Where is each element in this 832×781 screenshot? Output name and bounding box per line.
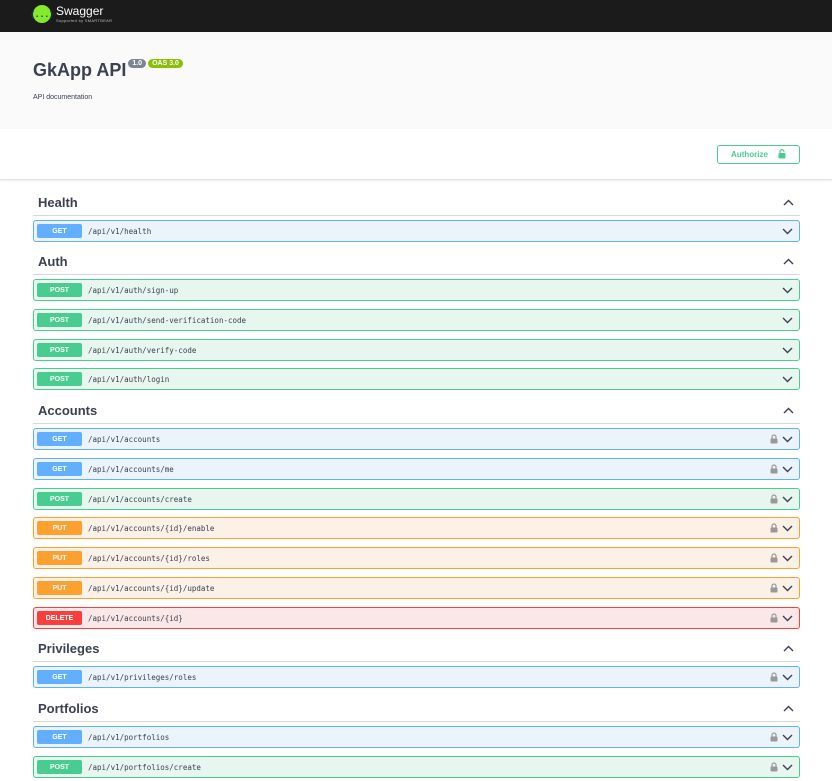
chevron-down-icon[interactable]	[782, 585, 793, 592]
lock-icon[interactable]	[770, 464, 778, 474]
operation-post[interactable]: POST/api/v1/accounts/create	[33, 488, 800, 510]
lock-icon[interactable]	[770, 434, 778, 444]
operation-get[interactable]: GET/api/v1/accounts	[33, 428, 800, 450]
operation-path: /api/v1/privileges/roles	[88, 672, 197, 682]
chevron-down-icon[interactable]	[782, 615, 793, 622]
chevron-up-icon[interactable]	[776, 199, 800, 206]
operation-path: /api/v1/portfolios	[88, 732, 170, 742]
operation-get[interactable]: GET/api/v1/health	[33, 220, 800, 242]
operation-put[interactable]: PUT/api/v1/accounts/{id}/enable	[33, 517, 800, 539]
method-badge: POST	[37, 492, 82, 506]
operation-post[interactable]: POST/api/v1/auth/send-verification-code	[33, 309, 800, 331]
logo-subtitle: Supported by SMARTBEAR	[56, 18, 113, 23]
operation-put[interactable]: PUT/api/v1/accounts/{id}/roles	[33, 547, 800, 569]
lock-icon[interactable]	[770, 762, 778, 772]
tag-section-portfolios[interactable]: Portfolios	[33, 696, 800, 722]
tag-section-accounts[interactable]: Accounts	[33, 398, 800, 424]
chevron-down-icon[interactable]	[782, 466, 793, 473]
chevron-down-icon[interactable]	[782, 347, 793, 354]
chevron-down-icon[interactable]	[782, 287, 793, 294]
method-badge: PUT	[37, 551, 82, 565]
chevron-down-icon[interactable]	[782, 496, 793, 503]
method-badge: POST	[37, 283, 82, 297]
lock-icon[interactable]	[770, 583, 778, 593]
lock-icon[interactable]	[770, 553, 778, 563]
method-badge: POST	[37, 372, 82, 386]
lock-icon[interactable]	[770, 523, 778, 533]
method-badge: PUT	[37, 521, 82, 535]
method-badge: GET	[37, 462, 82, 476]
chevron-down-icon[interactable]	[782, 555, 793, 562]
operation-get[interactable]: GET/api/v1/privileges/roles	[33, 666, 800, 688]
version-badge: 1.0	[128, 59, 147, 68]
info-section: GkApp API 1.0 OAS 3.0 API documentation	[0, 32, 832, 129]
operation-post[interactable]: POST/api/v1/auth/verify-code	[33, 339, 800, 361]
lock-icon[interactable]	[770, 494, 778, 504]
operation-path: /api/v1/accounts	[88, 434, 161, 444]
method-badge: GET	[37, 730, 82, 744]
swagger-logo[interactable]: {...} Swagger Supported by SMARTBEAR	[30, 4, 113, 23]
method-badge: GET	[37, 670, 82, 684]
operation-path: /api/v1/auth/sign-up	[88, 285, 179, 295]
chevron-up-icon[interactable]	[776, 705, 800, 712]
operation-post[interactable]: POST/api/v1/portfolios/create	[33, 756, 800, 778]
operation-put[interactable]: PUT/api/v1/accounts/{id}/update	[33, 577, 800, 599]
swagger-logo-icon: {...}	[30, 5, 54, 23]
tag-section-auth[interactable]: Auth	[33, 249, 800, 275]
method-badge: DELETE	[37, 611, 82, 625]
operation-path: /api/v1/auth/login	[88, 374, 170, 384]
operation-delete[interactable]: DELETE/api/v1/accounts/{id}	[33, 607, 800, 629]
method-badge: POST	[37, 313, 82, 327]
tag-name: Privileges	[38, 641, 100, 656]
operation-path: /api/v1/accounts/create	[88, 494, 192, 504]
operation-path: /api/v1/accounts/{id}/enable	[88, 523, 215, 533]
chevron-down-icon[interactable]	[782, 436, 793, 443]
chevron-down-icon[interactable]	[782, 228, 793, 235]
chevron-up-icon[interactable]	[776, 645, 800, 652]
operation-get[interactable]: GET/api/v1/accounts/me	[33, 458, 800, 480]
lock-icon[interactable]	[770, 672, 778, 682]
operation-path: /api/v1/accounts/{id}	[88, 613, 183, 623]
operation-get[interactable]: GET/api/v1/portfolios	[33, 726, 800, 748]
tag-name: Auth	[38, 254, 68, 269]
lock-icon[interactable]	[770, 732, 778, 742]
chevron-down-icon[interactable]	[782, 376, 793, 383]
authorize-button[interactable]: Authorize	[717, 145, 800, 164]
chevron-down-icon[interactable]	[782, 525, 793, 532]
operation-post[interactable]: POST/api/v1/auth/login	[33, 368, 800, 390]
operation-path: /api/v1/portfolios/create	[88, 762, 201, 772]
tag-name: Portfolios	[38, 701, 99, 716]
chevron-down-icon[interactable]	[782, 764, 793, 771]
operation-path: /api/v1/accounts/me	[88, 464, 174, 474]
api-description: API documentation	[33, 94, 93, 101]
operation-path: /api/v1/auth/send-verification-code	[88, 315, 247, 325]
method-badge: GET	[37, 432, 82, 446]
authorize-label: Authorize	[731, 150, 768, 159]
chevron-down-icon[interactable]	[782, 674, 793, 681]
operation-post[interactable]: POST/api/v1/auth/sign-up	[33, 279, 800, 301]
logo-title: Swagger	[56, 4, 104, 18]
operation-path: /api/v1/accounts/{id}/update	[88, 583, 215, 593]
operation-path: /api/v1/auth/verify-code	[88, 345, 197, 355]
method-badge: PUT	[37, 581, 82, 595]
tag-name: Health	[38, 195, 78, 210]
scheme-container: Authorize	[0, 129, 832, 180]
api-title: GkApp API	[33, 60, 127, 80]
method-badge: POST	[37, 760, 82, 774]
chevron-down-icon[interactable]	[782, 734, 793, 741]
topbar: {...} Swagger Supported by SMARTBEAR	[0, 0, 832, 32]
tag-section-health[interactable]: Health	[33, 190, 800, 216]
chevron-up-icon[interactable]	[776, 407, 800, 414]
tag-name: Accounts	[38, 403, 98, 418]
unlock-icon	[778, 148, 786, 161]
method-badge: POST	[37, 343, 82, 357]
operation-path: /api/v1/health	[88, 226, 152, 236]
chevron-up-icon[interactable]	[776, 258, 800, 265]
oas-badge: OAS 3.0	[148, 59, 183, 68]
tag-section-privileges[interactable]: Privileges	[33, 636, 800, 662]
chevron-down-icon[interactable]	[782, 317, 793, 324]
lock-icon[interactable]	[770, 613, 778, 623]
operation-path: /api/v1/accounts/{id}/roles	[88, 553, 210, 563]
method-badge: GET	[37, 224, 82, 238]
